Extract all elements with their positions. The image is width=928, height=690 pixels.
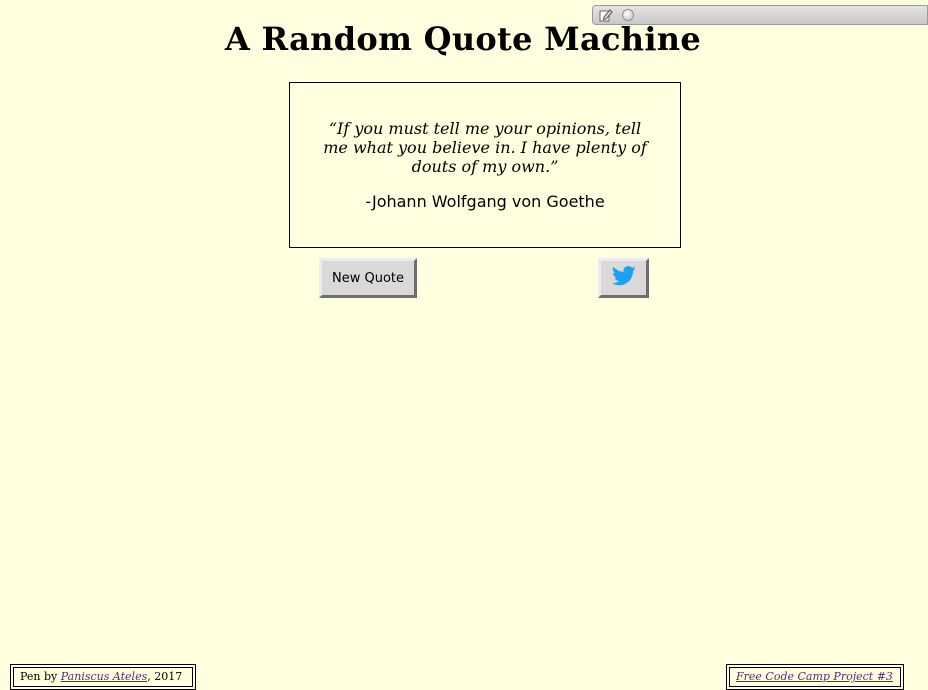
footer-prefix: Pen by <box>20 670 61 683</box>
footer-project: Free Code Camp Project #3 <box>726 664 904 690</box>
author-link[interactable]: Paniscus Ateles <box>61 670 147 683</box>
quote-text: “If you must tell me your opinions, tell… <box>323 119 647 176</box>
project-link[interactable]: Free Code Camp Project #3 <box>736 670 893 683</box>
new-quote-button[interactable]: New Quote <box>319 258 417 298</box>
tweet-button[interactable] <box>598 258 649 298</box>
footer-credit: Pen by Paniscus Ateles, 2017 <box>10 664 196 690</box>
quote-author: -Johann Wolfgang von Goethe <box>365 192 605 211</box>
twitter-bird-icon <box>611 266 636 290</box>
quote-box: “If you must tell me your opinions, tell… <box>289 82 681 248</box>
page-title: A Random Quote Machine <box>224 20 702 58</box>
page: A Random Quote Machine “If you must tell… <box>0 0 928 690</box>
footer-suffix: , 2017 <box>147 670 183 683</box>
